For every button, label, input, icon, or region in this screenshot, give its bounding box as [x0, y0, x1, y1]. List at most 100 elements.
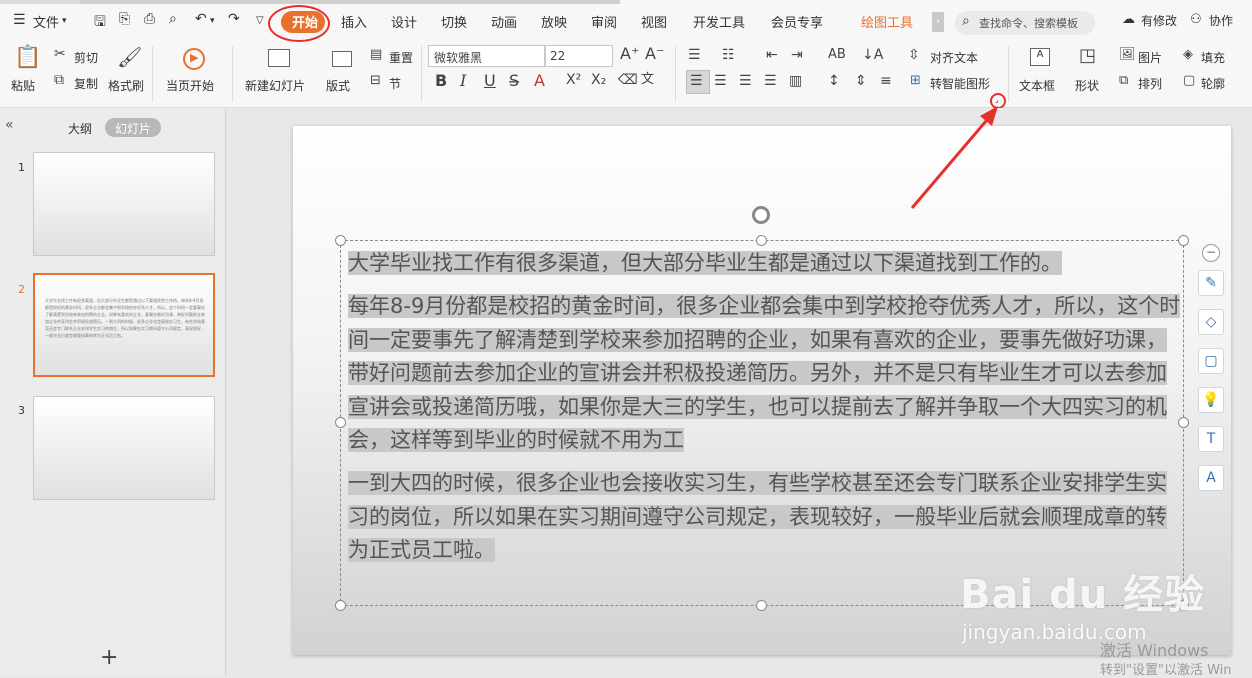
outline-tool-icon[interactable]: ▢: [1198, 348, 1224, 374]
tab-slideshow[interactable]: 放映: [541, 12, 567, 31]
text-effect-icon[interactable]: A: [1198, 465, 1224, 491]
collab-button[interactable]: 协作: [1209, 12, 1233, 29]
paragraph-3-text: 一到大四的时候，很多企业也会接收实习生，有些学校甚至还会专门联系企业安排学生实习…: [348, 471, 1167, 562]
tab-view[interactable]: 视图: [641, 12, 667, 31]
play-triangle: ▶: [190, 51, 199, 64]
font-color-icon[interactable]: A: [534, 73, 545, 89]
align-left-icon: ☰: [690, 73, 703, 89]
fill-button[interactable]: 填充: [1201, 49, 1225, 66]
collapse-tools-icon[interactable]: −: [1202, 244, 1220, 262]
paste-button[interactable]: 粘贴: [11, 77, 35, 94]
resize-handle[interactable]: [335, 600, 346, 611]
bold-icon[interactable]: B: [435, 73, 447, 89]
new-slide-icon[interactable]: [268, 49, 290, 67]
font-name-value: 微软雅黑: [434, 51, 483, 65]
idea-icon[interactable]: 💡: [1198, 387, 1224, 413]
resize-handle[interactable]: [335, 417, 346, 428]
underline-icon[interactable]: U: [484, 73, 496, 89]
tab-transition[interactable]: 切换: [441, 12, 467, 31]
fill-tool-icon[interactable]: ◇: [1198, 309, 1224, 335]
new-slide-button[interactable]: 新建幻灯片: [245, 77, 305, 94]
layout-button[interactable]: 版式: [326, 77, 350, 94]
tab-scroll-right[interactable]: ›: [932, 12, 944, 32]
paste-icon[interactable]: 📋: [14, 47, 41, 69]
slide-thumbnail-2[interactable]: 大学毕业找工作有很多渠道，但大部分毕业生都是通过以下渠道找到工作的。每年8-9月…: [33, 273, 215, 377]
subscript-icon[interactable]: X₂: [591, 73, 606, 87]
print-preview-icon[interactable]: ⌕: [169, 11, 177, 27]
layout-icon[interactable]: [332, 51, 352, 67]
paragraph-3[interactable]: 一到大四的时候，很多企业也会接收实习生，有些学校甚至还会专门联系企业安排学生实习…: [348, 467, 1186, 568]
tab-outline[interactable]: 大纲: [68, 120, 92, 137]
cut-button[interactable]: 剪切: [74, 49, 98, 66]
resize-handle[interactable]: [756, 235, 767, 246]
align-text-button[interactable]: 对齐文本: [930, 49, 978, 66]
reset-button[interactable]: 重置: [389, 49, 413, 66]
sort-icon[interactable]: ↓A: [862, 48, 883, 62]
tab-member[interactable]: 会员专享: [771, 12, 823, 31]
font-shrink-icon[interactable]: A⁻: [645, 46, 664, 62]
spacing-icon[interactable]: ≡: [880, 74, 892, 88]
resize-handle[interactable]: [1178, 235, 1189, 246]
justify-icon[interactable]: ☰: [764, 74, 777, 88]
outline-button[interactable]: 轮廓: [1201, 75, 1225, 92]
chevron-down-icon[interactable]: ▾: [210, 16, 215, 26]
tab-developer[interactable]: 开发工具: [693, 12, 745, 31]
strikethrough-icon[interactable]: S̶: [509, 73, 519, 89]
smart-art-button[interactable]: 转智能图形: [930, 75, 990, 92]
text-tool-icon[interactable]: T: [1198, 426, 1224, 452]
align-right-icon[interactable]: ☰: [739, 74, 752, 88]
distribute-icon[interactable]: ▥: [789, 74, 802, 88]
tab-slides[interactable]: 幻灯片: [115, 120, 151, 137]
phonetic-icon[interactable]: 文: [641, 73, 654, 86]
tab-drawing-tools[interactable]: 绘图工具: [861, 12, 913, 31]
tab-design[interactable]: 设计: [391, 12, 417, 31]
rotate-handle-icon[interactable]: [752, 206, 770, 224]
line-spacing-icon[interactable]: ↕: [828, 74, 840, 88]
from-current-button[interactable]: 当页开始: [166, 77, 214, 94]
format-painter-button[interactable]: 格式刷: [108, 77, 144, 94]
shape-button[interactable]: 形状: [1075, 77, 1099, 94]
add-slide-icon[interactable]: +: [100, 645, 118, 670]
smart-art-icon: ⊞: [910, 73, 921, 88]
section-button[interactable]: 节: [389, 75, 401, 92]
pen-icon[interactable]: ✎: [1198, 270, 1224, 296]
title-tab-strip: [0, 0, 80, 4]
collapse-icon[interactable]: «: [5, 117, 14, 133]
arrange-button[interactable]: 排列: [1138, 75, 1162, 92]
shape-icon[interactable]: ◳: [1079, 47, 1096, 65]
export-icon[interactable]: ⎘: [119, 11, 130, 27]
tab-insert[interactable]: 插入: [341, 12, 367, 31]
clear-format-icon[interactable]: ⌫: [618, 73, 638, 87]
superscript-icon[interactable]: X²: [566, 73, 581, 87]
italic-icon[interactable]: I: [460, 73, 466, 89]
numbered-list-icon[interactable]: ☷: [722, 48, 735, 62]
para-spacing-icon[interactable]: ⇕: [855, 74, 867, 88]
undo-icon[interactable]: ↶: [195, 11, 207, 27]
redo-icon[interactable]: ↷: [228, 11, 240, 27]
font-grow-icon[interactable]: A⁺: [620, 46, 639, 62]
slide-thumbnail-1[interactable]: [33, 152, 215, 256]
text-box-icon[interactable]: A: [1030, 48, 1050, 66]
file-menu[interactable]: 文件: [33, 12, 59, 31]
paragraph-1[interactable]: 大学毕业找工作有很多渠道，但大部分毕业生都是通过以下渠道找到工作的。: [348, 247, 1186, 281]
text-direction-icon[interactable]: AB: [828, 48, 846, 61]
tab-animation[interactable]: 动画: [491, 12, 517, 31]
tab-review[interactable]: 审阅: [591, 12, 617, 31]
slide-thumbnail-3[interactable]: [33, 396, 215, 500]
picture-button[interactable]: 图片: [1138, 49, 1162, 66]
align-center-icon[interactable]: ☰: [714, 74, 727, 88]
paragraph-2[interactable]: 每年8-9月份都是校招的黄金时间，很多企业都会集中到学校抢夺优秀人才，所以，这个…: [348, 290, 1186, 458]
chevron-down-icon[interactable]: ▾: [62, 16, 67, 26]
resize-handle[interactable]: [756, 600, 767, 611]
save-icon[interactable]: 🖫: [94, 11, 106, 35]
modified-status[interactable]: 有修改: [1141, 12, 1177, 29]
resize-handle[interactable]: [335, 235, 346, 246]
print-icon[interactable]: ⎙: [144, 11, 155, 27]
copy-button[interactable]: 复制: [74, 75, 98, 92]
increase-indent-icon[interactable]: ⇥: [791, 48, 803, 62]
bullet-list-icon[interactable]: ☰: [688, 48, 701, 62]
customize-icon[interactable]: ▽: [256, 15, 264, 26]
hamburger-icon[interactable]: ☰: [13, 12, 26, 28]
decrease-indent-icon[interactable]: ⇤: [766, 48, 778, 62]
text-box-button[interactable]: 文本框: [1019, 77, 1055, 94]
